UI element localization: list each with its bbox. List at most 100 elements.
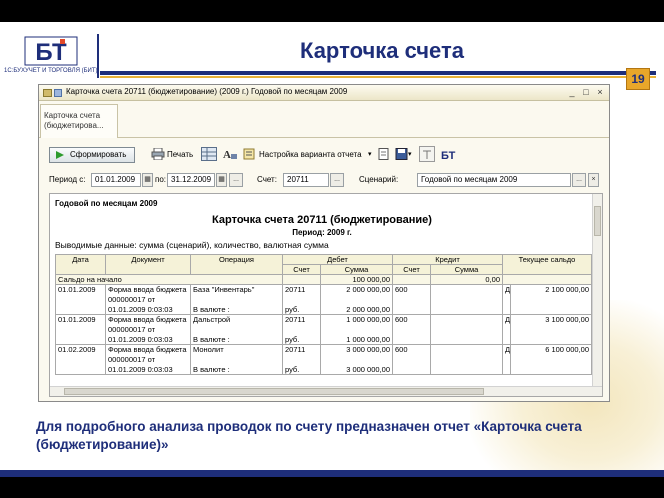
svg-text:A: A xyxy=(223,149,231,160)
report-displayed-data: Выводимые данные: сумма (сценарий), коли… xyxy=(55,240,329,250)
close-button[interactable]: × xyxy=(595,87,605,98)
scenario-select-button[interactable]: ... xyxy=(572,173,586,187)
table-row: 000000017 от xyxy=(55,294,592,305)
debit-account-header: Счет xyxy=(282,264,321,275)
row-credit-sum xyxy=(430,304,503,315)
horizontal-scroll-thumb[interactable] xyxy=(64,388,484,395)
row-balance-sum xyxy=(510,294,592,305)
col-debit-header: Дебет xyxy=(282,254,393,265)
slide-title: Карточка счета xyxy=(300,38,464,63)
period-to-calendar-button[interactable]: ▦ xyxy=(216,173,227,187)
row-credit-account xyxy=(392,294,431,305)
settings-dropdown-arrow[interactable]: ▾ xyxy=(368,147,372,163)
window-titlebar[interactable]: Карточка счета 20711 (бюджетирование) (2… xyxy=(39,85,609,101)
table-header-row: Дата Документ Операция Дебет Кредит Теку… xyxy=(55,254,592,275)
row-debit-account xyxy=(282,324,321,335)
help-icon[interactable] xyxy=(419,146,435,162)
row-date xyxy=(55,324,106,335)
credit-sum-header: Сумма xyxy=(430,264,503,275)
report-header: Годовой по месяцам 2009 xyxy=(55,199,158,208)
row-balance-side: Д xyxy=(502,314,511,325)
row-document: Форма ввода бюджета xyxy=(105,344,191,355)
scenario-field[interactable]: Годовой по месяцам 2009 xyxy=(417,173,571,187)
font-icon[interactable]: A xyxy=(223,148,237,160)
col-document-header: Документ xyxy=(105,254,191,275)
period-select-button[interactable]: ... xyxy=(229,173,243,187)
row-credit-sum xyxy=(430,354,503,365)
row-balance-side xyxy=(502,334,511,345)
table-row: 01.01.2009 0:03:03 В валюте : руб. 2 000 00… xyxy=(55,304,592,315)
account-field[interactable]: 20711 xyxy=(283,173,329,187)
row-credit-sum xyxy=(430,334,503,345)
save-dropdown-arrow[interactable]: ▾ xyxy=(408,147,412,163)
generate-button[interactable]: Сформировать xyxy=(49,147,135,163)
row-debit-account xyxy=(282,294,321,305)
tab-account-card[interactable]: Карточка счета (бюджетирова... xyxy=(40,104,118,138)
row-operation: Монолит xyxy=(190,344,283,355)
horizontal-scrollbar[interactable] xyxy=(50,386,602,396)
row-balance-sum: 6 100 000,00 xyxy=(510,344,592,355)
row-document: 000000017 от xyxy=(105,294,191,305)
row-balance-sum xyxy=(510,304,592,315)
row-balance-side xyxy=(502,364,511,375)
row-debit-account: руб. xyxy=(282,364,321,375)
row-debit-account xyxy=(282,354,321,365)
bit-small-logo-icon[interactable]: БТ xyxy=(441,148,457,160)
debit-sum-header: Сумма xyxy=(320,264,393,275)
period-to-field[interactable]: 31.12.2009 xyxy=(167,173,215,187)
table-row: 01.01.2009 0:03:03 В валюте : руб. 3 000 00… xyxy=(55,364,592,375)
row-balance-sum: 3 100 000,00 xyxy=(510,314,592,325)
account-select-button[interactable]: ... xyxy=(330,173,344,187)
period-from-calendar-button[interactable]: ▦ xyxy=(142,173,153,187)
doc-icon[interactable] xyxy=(377,148,391,160)
save-icon[interactable] xyxy=(395,148,409,160)
period-from-field[interactable]: 01.01.2009 xyxy=(91,173,141,187)
row-credit-account: 600 xyxy=(392,344,431,355)
report-table: Дата Документ Операция Дебет Кредит Теку… xyxy=(55,254,592,375)
row-debit-sum: 1 000 000,00 xyxy=(320,334,393,345)
toolbar: Сформировать Печать A Настройка варианта… xyxy=(39,145,609,167)
minimize-button[interactable]: _ xyxy=(567,87,577,98)
print-button[interactable]: Печать xyxy=(167,147,193,163)
report-icon xyxy=(43,89,52,97)
row-credit-sum xyxy=(430,294,503,305)
row-balance-side xyxy=(502,324,511,335)
row-debit-sum: 2 000 000,00 xyxy=(320,284,393,295)
row-debit-account: 20711 xyxy=(282,344,321,355)
bottom-black-bar xyxy=(0,477,664,498)
row-balance-sum: 2 100 000,00 xyxy=(510,284,592,295)
table-icon[interactable] xyxy=(201,147,217,161)
row-operation xyxy=(190,294,283,305)
row-credit-account xyxy=(392,334,431,345)
row-debit-sum: 3 000 000,00 xyxy=(320,344,393,355)
row-document: 000000017 от xyxy=(105,354,191,365)
opening-balance-row: Сальдо на начало 100 000,00 0,00 xyxy=(55,274,592,285)
row-credit-sum xyxy=(430,364,503,375)
row-credit-sum xyxy=(430,324,503,335)
row-document: 01.01.2009 0:03:03 xyxy=(105,304,191,315)
maximize-button[interactable]: □ xyxy=(581,87,591,98)
row-debit-sum xyxy=(320,294,393,305)
table-row: 000000017 от xyxy=(55,354,592,365)
row-date xyxy=(55,294,106,305)
printer-icon[interactable] xyxy=(151,148,165,160)
col-operation-header: Операция xyxy=(190,254,283,275)
settings-icon[interactable] xyxy=(243,148,257,160)
row-balance-sum xyxy=(510,354,592,365)
row-operation: В валюте : xyxy=(190,334,283,345)
row-operation: База "Инвентарь" xyxy=(190,284,283,295)
window-title: Карточка счета 20711 (бюджетирование) (2… xyxy=(66,87,348,96)
credit-account-header: Счет xyxy=(392,264,431,275)
vertical-scrollbar[interactable] xyxy=(592,194,602,388)
scenario-clear-button[interactable]: × xyxy=(588,173,599,187)
period-from-label: Период с: xyxy=(49,175,86,184)
company-logo: БТ 1С:БУХУЧЕТ И ТОРГОВЛЯ (БИТ) xyxy=(4,34,98,80)
report-sheet[interactable]: Годовой по месяцам 2009 Карточка счета 2… xyxy=(49,193,603,397)
report-title: Карточка счета 20711 (бюджетирование) xyxy=(212,214,432,226)
row-operation: Дальстрой xyxy=(190,314,283,325)
slide-caption: Для подробного анализа проводок по счету… xyxy=(36,419,582,452)
vertical-scroll-thumb[interactable] xyxy=(594,206,601,236)
report-settings-button[interactable]: Настройка варианта отчета xyxy=(259,147,362,163)
window-icon xyxy=(54,89,62,97)
row-date xyxy=(55,334,106,345)
